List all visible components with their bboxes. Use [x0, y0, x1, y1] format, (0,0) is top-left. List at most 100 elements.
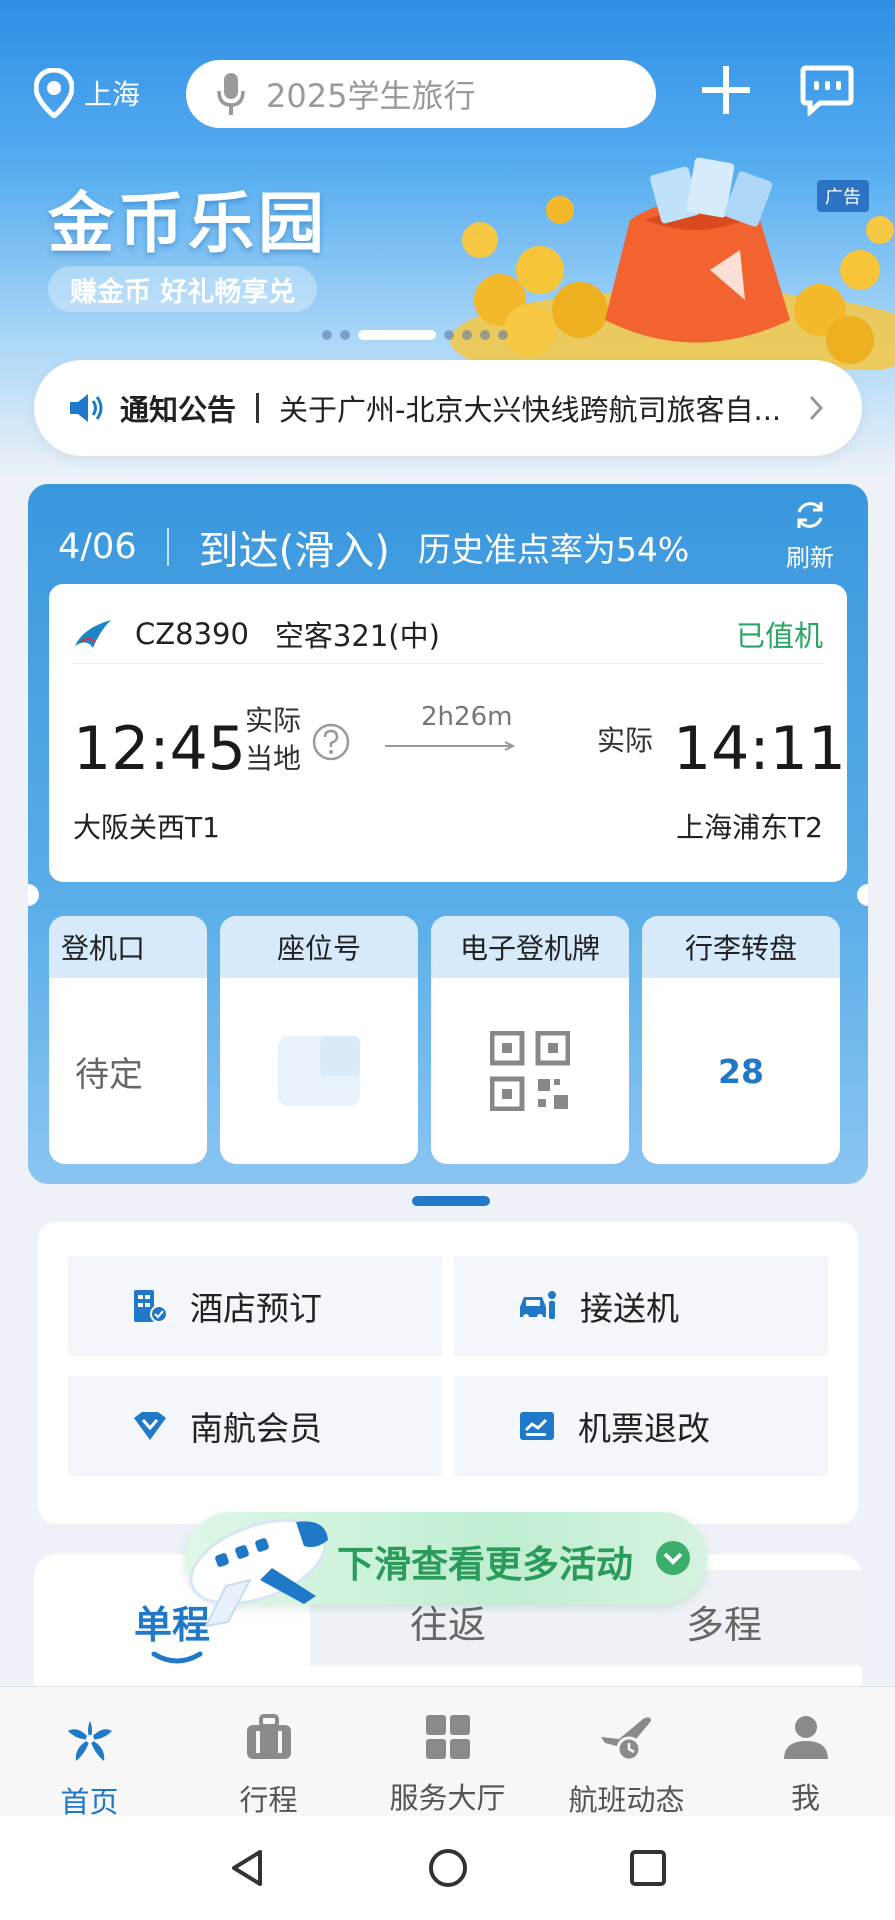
add-icon[interactable]: [700, 64, 752, 116]
ticket-change-button[interactable]: 机票退改: [454, 1376, 828, 1476]
seat-box[interactable]: 座位号: [220, 916, 418, 1164]
flight-info-row: CZ8390 空客321(中) 已值机: [73, 604, 823, 664]
card-pager-indicator: [412, 1196, 490, 1206]
card-notch-left: [28, 884, 39, 906]
nav-home[interactable]: 首页: [0, 1687, 179, 1819]
arrival-label: 实际: [597, 724, 654, 757]
flight-date: 4/06: [58, 527, 137, 567]
transfer-label: 接送机: [580, 1289, 679, 1328]
nav-trips-label: 行程: [239, 1783, 298, 1817]
seat-label: 座位号: [220, 916, 418, 978]
location-label: 上海: [84, 78, 141, 111]
message-icon[interactable]: [800, 64, 854, 116]
chevron-right-icon: [809, 395, 824, 421]
qr-code-icon: [490, 1031, 570, 1111]
pagination-dot: [444, 330, 454, 340]
nav-home-label: 首页: [60, 1785, 119, 1819]
search-placeholder: 2025学生旅行: [266, 77, 476, 115]
baggage-box[interactable]: 行李转盘 28: [642, 916, 840, 1164]
banner-pagination: [322, 330, 508, 340]
pagination-dot-active: [358, 330, 436, 340]
recents-square-icon[interactable]: [628, 1848, 668, 1888]
pagination-dot: [480, 330, 490, 340]
nav-me[interactable]: 我: [716, 1687, 895, 1817]
ontime-rate: 历史准点率为54%: [417, 530, 690, 569]
home-kapok-icon: [67, 1721, 112, 1761]
departure-airport: 大阪关西T1: [73, 811, 220, 844]
hotel-booking-button[interactable]: 酒店预订: [68, 1256, 442, 1356]
nav-service-hall[interactable]: 服务大厅: [358, 1687, 537, 1817]
more-activities-text: 下滑查看更多活动: [337, 1543, 633, 1586]
header-divider: [166, 528, 169, 566]
plane-clock-icon: [600, 1717, 651, 1762]
search-bar[interactable]: 2025学生旅行: [186, 60, 656, 128]
ticket-change-label: 机票退改: [578, 1409, 710, 1448]
ticket-icon: [520, 1412, 554, 1440]
diamond-icon: [134, 1412, 166, 1440]
location-selector[interactable]: 上海: [34, 68, 140, 118]
arrival-airport: 上海浦东T2: [676, 811, 823, 844]
flight-arrow-icon: [385, 741, 516, 751]
flight-duration: 2h26m: [421, 702, 513, 732]
pagination-dot: [462, 330, 472, 340]
flight-header: 4/06 到达(滑入) 历史准点率为54%: [58, 518, 689, 576]
aircraft-type: 空客321(中): [274, 618, 440, 653]
grid-apps-icon: [425, 1715, 470, 1759]
boarding-pass-label: 电子登机牌: [431, 916, 629, 978]
tab-multi[interactable]: 多程: [686, 1594, 762, 1649]
notice-divider: [256, 393, 260, 423]
microphone-icon[interactable]: [216, 71, 246, 117]
departure-label-local: 当地: [245, 742, 302, 775]
notice-bar[interactable]: 通知公告 关于广州-北京大兴快线跨航司旅客自...: [34, 360, 862, 456]
refresh-label: 刷新: [786, 544, 834, 572]
departure-time: 12:45: [73, 714, 246, 784]
nav-flight-status-label: 航班动态: [568, 1783, 685, 1817]
seat-value: [220, 978, 418, 1164]
help-icon[interactable]: [311, 722, 351, 762]
transfer-button[interactable]: 接送机: [454, 1256, 828, 1356]
pagination-dot: [498, 330, 508, 340]
pagination-dot: [340, 330, 350, 340]
notice-title: 通知公告: [120, 393, 237, 427]
checkin-status: 已值机: [735, 618, 823, 653]
tab-active-indicator: [151, 1651, 203, 1664]
bottom-navigation: 首页 行程 服务大厅 航班动态 我: [0, 1686, 895, 1819]
refresh-button[interactable]: 刷新: [786, 498, 834, 573]
arrival-time: 14:11: [673, 714, 846, 784]
nav-service-hall-label: 服务大厅: [389, 1781, 506, 1815]
ad-badge: 广告: [817, 180, 869, 212]
suitcase-icon: [246, 1714, 291, 1759]
member-label: 南航会员: [190, 1409, 322, 1448]
speaker-icon: [70, 394, 103, 422]
chevron-down-circle-icon: [656, 1541, 690, 1575]
flight-status: 到达(滑入): [198, 528, 390, 574]
car-person-icon: [520, 1291, 556, 1320]
user-icon: [783, 1716, 828, 1759]
notice-text: 关于广州-北京大兴快线跨航司旅客自...: [279, 393, 782, 427]
plane-mascot-icon: [189, 1519, 328, 1628]
gate-value: 待定: [75, 1054, 143, 1095]
home-circle-icon[interactable]: [428, 1848, 468, 1888]
departure-label: 实际 当地: [245, 702, 301, 778]
gate-box[interactable]: 登机口 待定: [49, 916, 207, 1164]
refresh-icon: [797, 502, 823, 528]
departure-label-actual: 实际: [245, 704, 302, 737]
member-button[interactable]: 南航会员: [68, 1376, 442, 1476]
seat-placeholder-icon: [278, 1036, 360, 1106]
nav-trips[interactable]: 行程: [179, 1687, 358, 1817]
nav-flight-status[interactable]: 航班动态: [537, 1687, 716, 1817]
nav-me-label: 我: [790, 1781, 820, 1815]
banner-title: 金币乐园: [48, 185, 328, 262]
quick-services: 酒店预订 接送机 南航会员 机票退改: [38, 1222, 858, 1524]
location-pin-icon: [34, 68, 74, 118]
baggage-label: 行李转盘: [642, 916, 840, 978]
airline-logo-icon: [75, 619, 111, 648]
banner-subtitle: 赚金币 好礼畅享兑: [48, 266, 318, 312]
flight-status-card[interactable]: 4/06 到达(滑入) 历史准点率为54% 刷新 CZ8390 空客321(中)…: [28, 484, 868, 1184]
card-notch-right: [857, 884, 868, 906]
boarding-pass-box[interactable]: 电子登机牌: [431, 916, 629, 1164]
system-navigation-bar: [0, 1816, 895, 1920]
baggage-value: 28: [718, 1051, 764, 1091]
back-triangle-icon[interactable]: [228, 1848, 268, 1888]
flight-detail[interactable]: CZ8390 空客321(中) 已值机 12:45 实际 当地 2h26m 实际…: [49, 584, 847, 882]
